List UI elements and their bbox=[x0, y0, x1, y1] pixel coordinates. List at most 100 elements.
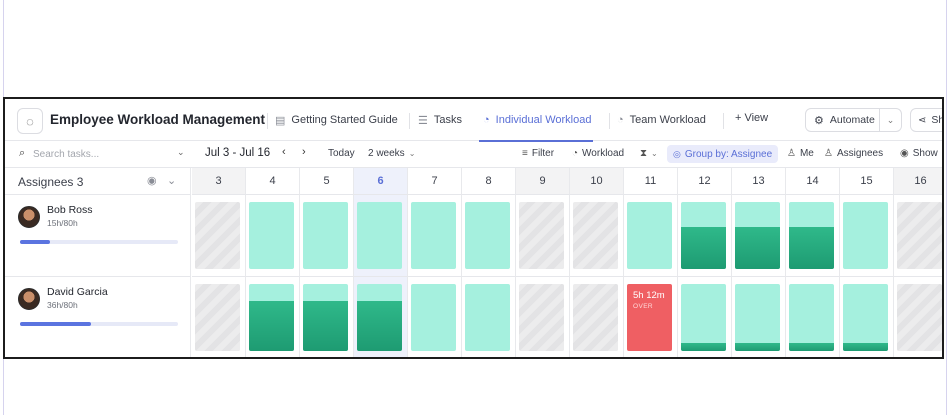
capacity-block[interactable] bbox=[465, 284, 510, 351]
today-button[interactable]: Today bbox=[328, 148, 355, 159]
workload-day-cell[interactable] bbox=[246, 277, 300, 357]
search-input[interactable] bbox=[33, 146, 143, 162]
capacity-block[interactable] bbox=[411, 202, 456, 269]
workload-day-cell[interactable] bbox=[840, 277, 894, 357]
share-label: Sha bbox=[931, 114, 944, 126]
gauge-icon: ◔ bbox=[572, 148, 579, 159]
tab-team-workload[interactable]: ◔ Team Workload bbox=[617, 99, 706, 141]
space-icon[interactable]: ◌ bbox=[17, 108, 43, 134]
capacity-block[interactable] bbox=[789, 202, 834, 269]
capacity-block[interactable] bbox=[303, 284, 348, 351]
non-working-day-block[interactable] bbox=[897, 284, 942, 351]
overload-block[interactable]: 5h 12m OVER bbox=[627, 284, 672, 351]
non-working-day-block[interactable] bbox=[573, 202, 618, 269]
day-column-header: 10 bbox=[570, 168, 624, 195]
tab-tasks[interactable]: ☰ Tasks bbox=[418, 99, 462, 141]
share-button[interactable]: ⋖ Sha bbox=[910, 108, 944, 132]
assignee-row-header[interactable]: David Garcia 36h/80h bbox=[5, 277, 191, 357]
filter-icon: ≡ bbox=[522, 148, 528, 159]
workload-day-cell[interactable]: 5h 12m OVER bbox=[624, 277, 678, 357]
day-column-header: 5 bbox=[300, 168, 354, 195]
eye-icon: ◉ bbox=[900, 148, 909, 159]
workload-day-cell[interactable] bbox=[408, 277, 462, 357]
workload-day-cell[interactable] bbox=[624, 195, 678, 277]
workload-day-cell[interactable] bbox=[840, 195, 894, 277]
user-icon: ♙ bbox=[787, 148, 796, 159]
workload-button[interactable]: ◔ Workload bbox=[572, 148, 624, 159]
show-button[interactable]: ◉ Show bbox=[900, 148, 938, 159]
workload-day-cell[interactable] bbox=[462, 277, 516, 357]
chevron-right-icon[interactable]: › bbox=[302, 146, 306, 158]
workload-day-cell[interactable] bbox=[300, 195, 354, 277]
assignees-filter-button[interactable]: ♙ Assignees bbox=[824, 148, 883, 159]
capacity-block[interactable] bbox=[411, 284, 456, 351]
workload-day-cell[interactable] bbox=[408, 195, 462, 277]
scheduled-load-fill bbox=[357, 300, 402, 351]
day-column-header: 16 bbox=[894, 168, 942, 195]
workload-day-cell[interactable] bbox=[732, 277, 786, 357]
workload-day-cell[interactable] bbox=[570, 277, 624, 357]
capacity-block[interactable] bbox=[357, 202, 402, 269]
capacity-block[interactable] bbox=[735, 202, 780, 269]
workload-day-cell[interactable] bbox=[786, 195, 840, 277]
workload-day-cell[interactable] bbox=[354, 195, 408, 277]
capacity-block[interactable] bbox=[735, 284, 780, 351]
non-working-day-block[interactable] bbox=[195, 202, 240, 269]
workload-day-cell[interactable] bbox=[354, 277, 408, 357]
workload-day-cell[interactable] bbox=[192, 277, 246, 357]
workload-day-cell[interactable] bbox=[516, 277, 570, 357]
collapse-icon[interactable]: ⌄ bbox=[167, 174, 176, 187]
non-working-day-block[interactable] bbox=[195, 284, 240, 351]
period-label: 2 weeks bbox=[368, 148, 405, 159]
workload-day-cell[interactable] bbox=[678, 195, 732, 277]
add-view-button[interactable]: + View bbox=[735, 112, 768, 124]
capacity-block[interactable] bbox=[681, 284, 726, 351]
workload-day-cell[interactable] bbox=[786, 277, 840, 357]
capacity-block[interactable] bbox=[681, 202, 726, 269]
workload-day-cell[interactable] bbox=[300, 277, 354, 357]
workload-day-cell[interactable] bbox=[678, 277, 732, 357]
date-range[interactable]: Jul 3 - Jul 16 bbox=[205, 147, 270, 159]
chevron-down-icon[interactable]: ⌄ bbox=[177, 147, 185, 158]
capacity-block[interactable] bbox=[843, 202, 888, 269]
workload-day-cell[interactable] bbox=[462, 195, 516, 277]
tab-getting-started[interactable]: ▤ Getting Started Guide bbox=[275, 99, 398, 141]
workload-day-cell[interactable] bbox=[570, 195, 624, 277]
chevron-down-icon[interactable]: ⌄ bbox=[879, 109, 901, 131]
chevron-left-icon[interactable]: ‹ bbox=[282, 146, 286, 158]
capacity-block[interactable] bbox=[357, 284, 402, 351]
workload-day-cell[interactable] bbox=[732, 195, 786, 277]
workload-day-cell[interactable] bbox=[516, 195, 570, 277]
assignee-row-header[interactable]: Bob Ross 15h/80h bbox=[5, 195, 191, 277]
capacity-block[interactable] bbox=[465, 202, 510, 269]
eye-icon[interactable]: ◉ bbox=[147, 174, 157, 187]
tab-individual-workload[interactable]: ◔ Individual Workload bbox=[478, 99, 594, 142]
tab-divider bbox=[723, 113, 724, 129]
capacity-block[interactable] bbox=[843, 284, 888, 351]
me-filter-button[interactable]: ♙ Me bbox=[787, 148, 814, 159]
non-working-day-block[interactable] bbox=[519, 284, 564, 351]
header-bar: ◌ Employee Workload Management ▤ Getting… bbox=[5, 99, 944, 142]
non-working-day-block[interactable] bbox=[897, 202, 942, 269]
period-select[interactable]: 2 weeks ⌄ bbox=[368, 148, 415, 159]
workload-day-cell[interactable] bbox=[192, 195, 246, 277]
workload-label: Workload bbox=[582, 148, 625, 159]
workload-day-cell[interactable] bbox=[894, 277, 942, 357]
capacity-block[interactable] bbox=[789, 284, 834, 351]
capacity-block[interactable] bbox=[303, 202, 348, 269]
workload-day-cell[interactable] bbox=[894, 195, 942, 277]
hourglass-button[interactable]: ⧗ ⌄ bbox=[640, 148, 658, 159]
non-working-day-block[interactable] bbox=[519, 202, 564, 269]
capacity-block[interactable] bbox=[249, 202, 294, 269]
day-column-header: 6 bbox=[354, 168, 408, 195]
automate-button[interactable]: ⚙ Automate ⌄ bbox=[805, 108, 902, 132]
capacity-block[interactable] bbox=[249, 284, 294, 351]
scheduled-load-fill bbox=[681, 342, 726, 351]
capacity-block[interactable] bbox=[627, 202, 672, 269]
day-column-header: 9 bbox=[516, 168, 570, 195]
filter-button[interactable]: ≡ Filter bbox=[522, 148, 554, 159]
non-working-day-block[interactable] bbox=[573, 284, 618, 351]
chevron-down-icon: ⌄ bbox=[651, 149, 658, 158]
workload-day-cell[interactable] bbox=[246, 195, 300, 277]
group-by-chip[interactable]: ◎ Group by: Assignee bbox=[667, 145, 779, 163]
